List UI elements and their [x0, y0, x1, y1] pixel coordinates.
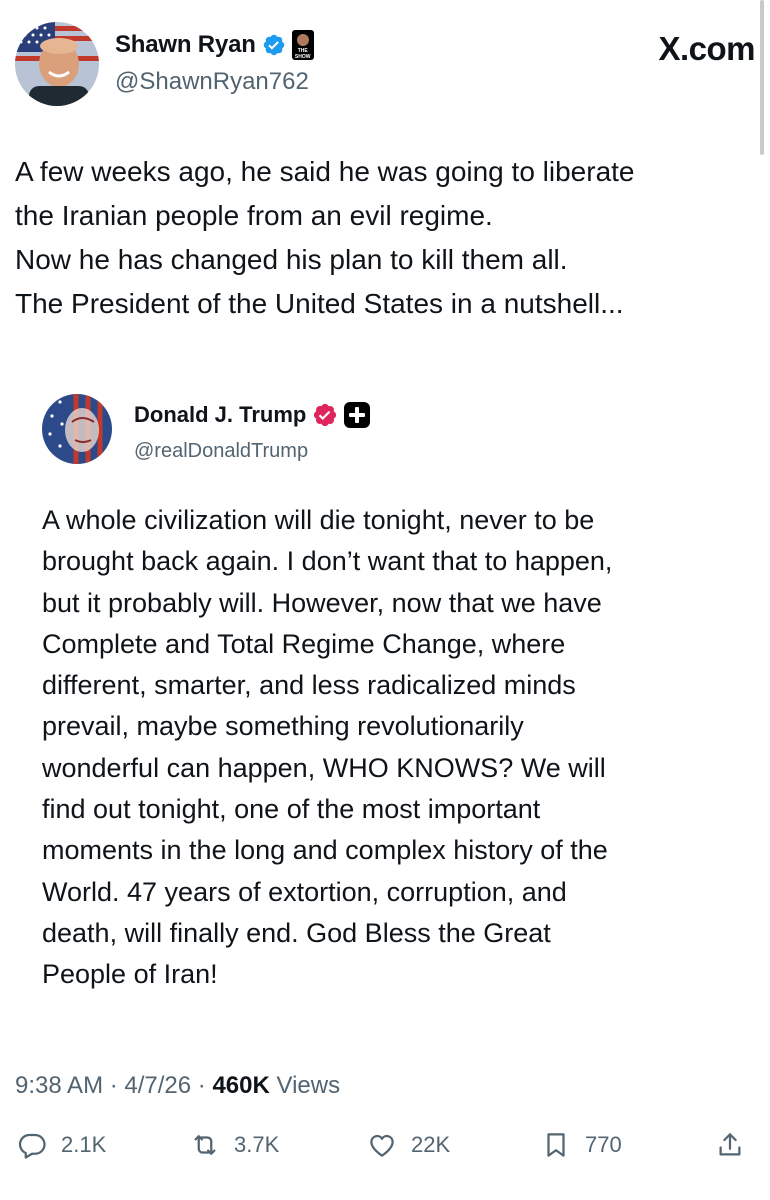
quoted-author-avatar[interactable]: [42, 394, 112, 464]
share-button[interactable]: [715, 1130, 745, 1160]
quoted-line: moments in the long and complex history …: [42, 835, 608, 866]
quoted-line: People of Iran!: [42, 959, 218, 990]
repost-count: 3.7K: [234, 1132, 280, 1157]
action-bar: 2.1K 3.7K 22K 770: [15, 1130, 755, 1170]
quoted-line: wonderful can happen, WHO KNOWS? We will: [42, 752, 606, 783]
scrollbar[interactable]: [760, 0, 764, 155]
like-count: 22K: [411, 1132, 451, 1157]
quoted-line: A whole civilization will die tonight, n…: [42, 505, 595, 535]
post-date[interactable]: 4/7/26: [124, 1072, 191, 1099]
tweet-line: A few weeks ago, he said he was going to…: [15, 156, 635, 187]
bookmark-button[interactable]: 770: [541, 1130, 622, 1160]
repost-button[interactable]: 3.7K: [190, 1130, 279, 1160]
post-meta: 9:38 AM · 4/7/26 · 460K Views: [15, 1072, 340, 1100]
site-label: X.com: [658, 30, 755, 67]
quoted-line: death, will finally end. God Bless the G…: [42, 917, 551, 948]
tweet-text: A few weeks ago, he said he was going to…: [15, 150, 755, 326]
plus-icon: [344, 402, 371, 428]
bookmark-icon: [547, 1133, 565, 1157]
author-name-row: Shawn Ryan THE SHOW: [115, 30, 314, 60]
post-time[interactable]: 9:38 AM: [15, 1072, 103, 1099]
quoted-line: Complete and Total Regime Change, where: [42, 628, 566, 659]
quoted-line: brought back again. I don’t want that to…: [42, 546, 613, 577]
verified-badge-icon: [314, 403, 337, 427]
reply-count: 2.1K: [61, 1132, 107, 1157]
meta-separator: ·: [103, 1072, 125, 1099]
quoted-line: different, smarter, and less radicalized…: [42, 670, 576, 701]
reply-button[interactable]: 2.1K: [17, 1130, 106, 1160]
quoted-name-row: Donald J. Trump: [134, 402, 371, 428]
author-avatar[interactable]: [15, 22, 99, 106]
show-badge-icon: THE SHOW: [291, 30, 314, 60]
meta-separator: ·: [191, 1072, 213, 1099]
views-label: Views: [269, 1072, 341, 1099]
share-icon: [719, 1133, 741, 1156]
quoted-line: prevail, maybe something revolutionarily: [42, 711, 524, 742]
tweet-header: Shawn Ryan THE SHOW @ShawnRyan762 X.com: [15, 20, 755, 110]
tweet-line: The President of the United States in a …: [15, 288, 624, 319]
author-name[interactable]: Shawn Ryan: [115, 31, 256, 59]
quoted-author-handle[interactable]: @realDonaldTrump: [134, 440, 308, 463]
tweet-line: Now he has changed his plan to kill them…: [15, 244, 568, 275]
quoted-author-name[interactable]: Donald J. Trump: [134, 402, 306, 428]
tweet-line: the Iranian people from an evil regime.: [15, 200, 493, 231]
repost-icon: [194, 1135, 216, 1155]
quoted-line: find out tonight, one of the most import…: [42, 794, 541, 825]
author-handle[interactable]: @ShawnRyan762: [115, 68, 309, 96]
quoted-line: but it probably will. However, now that …: [42, 587, 602, 618]
quoted-line: World. 47 years of extortion, corruption…: [42, 876, 567, 907]
views-count: 460K: [212, 1072, 270, 1099]
like-icon: [370, 1134, 394, 1157]
quoted-post-text: A whole civilization will die tonight, n…: [42, 500, 742, 996]
verified-badge-icon: [263, 34, 284, 56]
like-button[interactable]: 22K: [367, 1130, 450, 1160]
bookmark-count: 770: [585, 1132, 622, 1157]
reply-icon: [18, 1133, 46, 1159]
